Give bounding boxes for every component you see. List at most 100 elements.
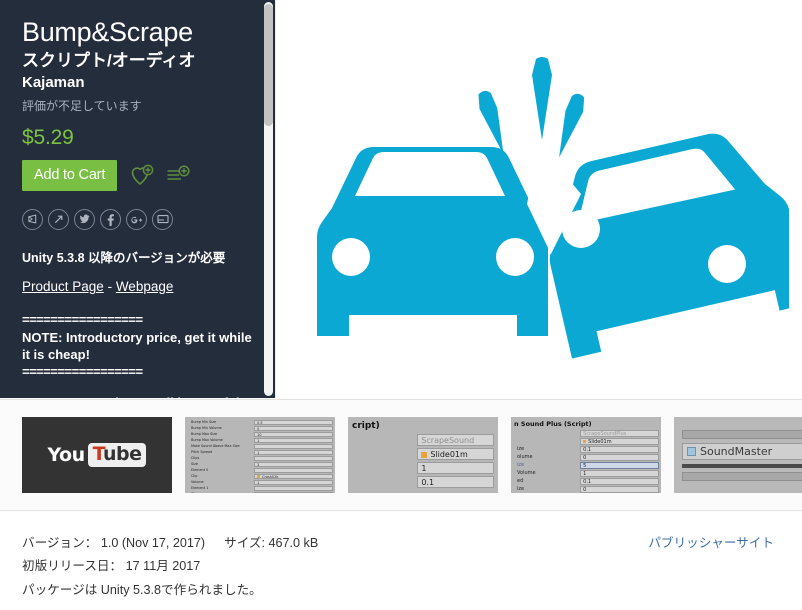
soundmaster-label: SoundMaster [700, 444, 773, 458]
link-separator: - [103, 279, 116, 295]
product-page-link[interactable]: Product Page [22, 279, 104, 294]
version-value: 1.0 (Nov 17, 2017) [100, 536, 206, 550]
built-with-row: パッケージは Unity 5.3.8で作られました。 [22, 582, 262, 597]
insp-label: Bump Min Volume [191, 426, 222, 430]
unity-script-icon [687, 446, 696, 456]
first-release-value: 17 11月 2017 [125, 559, 201, 574]
thumbnail-inspector-scrapesound[interactable]: cript) ScrapeSound Slide01m 1 0.1 [348, 417, 498, 493]
package-price: $5.29 [22, 125, 74, 149]
wishlist-icon-group [131, 164, 191, 186]
package-description-body: Bump&Scrape is a small but useful [22, 394, 255, 398]
package-info-sidebar: Bump&Scrape スクリプト/オーディオ Kajaman 評価が不足してい… [0, 0, 275, 398]
metadata-left-column: バージョン： 1.0 (Nov 17, 2017) サイズ: 467.0 kB … [22, 532, 318, 610]
facebook-icon[interactable] [100, 209, 121, 231]
sidebar-scrollbar-thumb[interactable] [264, 4, 273, 126]
comment-icon[interactable] [152, 209, 173, 231]
insp-header: n Sound Plus (Script) [514, 420, 592, 428]
insp-field: 3 [254, 461, 333, 467]
insp-field: ScrapeSound [417, 434, 494, 446]
soundmaster-field: SoundMaster [682, 442, 802, 460]
add-to-wishlist-icon[interactable] [131, 164, 155, 186]
youtube-you-text: You [47, 444, 86, 466]
car-crash-svg [317, 57, 802, 359]
soundmaster-top-bar [682, 429, 802, 439]
twitter-icon[interactable] [74, 209, 95, 231]
insp-field: Crash02b [254, 473, 333, 479]
publisher-site-link[interactable]: パブリッシャーサイト [648, 536, 774, 550]
insp-field: 1 [580, 469, 659, 477]
insp-label: ize [517, 446, 525, 452]
thumbnail-inspector-scrapesoundplus[interactable]: n Sound Plus (Script) ScrapeSoundPlus Sl… [511, 417, 661, 493]
insp-label: Element 0 [191, 468, 209, 472]
share-arrow-icon[interactable] [48, 209, 69, 231]
soundmaster-bottom-bar [682, 471, 802, 481]
insp-label: Clips [191, 456, 200, 460]
equals-rule-bottom: ================= [22, 364, 143, 380]
package-rating-text: 評価が不足しています [22, 98, 142, 113]
thumbnail-inspector-bump[interactable]: Bump Min Size 0.5 Bump Min Volume 0 Bump M… [185, 417, 335, 493]
social-share-row [22, 209, 255, 231]
insp-field: ScrapeSoundPlus [580, 429, 659, 437]
pinterest-icon[interactable] [22, 209, 43, 231]
package-category[interactable]: スクリプト/オーディオ [22, 51, 255, 71]
insp-label: Clip [187, 492, 254, 493]
insp-label: Volume [191, 480, 204, 484]
insp-label: Bump Max Size [191, 432, 218, 436]
insp-field: 0.5 [254, 419, 333, 425]
top-section: Bump&Scrape スクリプト/オーディオ Kajaman 評価が不足してい… [0, 0, 802, 398]
car-crash-illustration [289, 4, 802, 394]
thumbnail-soundmaster[interactable]: SoundMaster [674, 417, 802, 493]
insp-field: 1 [254, 449, 333, 455]
version-row: バージョン： 1.0 (Nov 17, 2017) サイズ: 467.0 kB [22, 532, 318, 555]
insp-field: 10 [254, 431, 333, 437]
insp-field [254, 467, 333, 473]
intro-price-note: NOTE: Introductory price, get it while i… [22, 329, 252, 362]
insp-label: Bump Max Volume [191, 438, 223, 442]
insp-field: 0.1 [580, 477, 659, 485]
unity-version-requirement: Unity 5.3.8 以降のバージョンが必要 [22, 251, 226, 266]
soundmaster-divider [682, 463, 802, 468]
insp-field [254, 485, 333, 491]
size-value: 467.0 kB [268, 536, 319, 550]
package-metadata: バージョン： 1.0 (Nov 17, 2017) サイズ: 467.0 kB … [0, 512, 802, 610]
insp-field [254, 443, 333, 449]
insp-label: Size [191, 462, 198, 466]
insp-field: 0.1 [417, 476, 494, 488]
first-release-row: 初版リリース日： 17 11月 2017 [22, 555, 318, 578]
insp-field: 5 [580, 461, 659, 469]
insp-label: ize [517, 462, 525, 468]
google-plus-icon[interactable] [126, 209, 147, 231]
insp-label: Bump Min Size [191, 420, 217, 424]
insp-label: ed [517, 478, 524, 484]
insp-field: 0 [580, 453, 659, 461]
insp-field: 1 [254, 437, 333, 443]
metadata-right-column: パブリッシャーサイト [648, 532, 774, 610]
insp-label: olume [517, 454, 533, 460]
external-links: Product Page - Webpage [22, 279, 255, 294]
thumbnail-video[interactable]: You Tube [22, 417, 172, 493]
insp-field: 0.1 [580, 445, 659, 453]
insp-label: Make Sound Above Max Size [191, 444, 240, 448]
youtube-tube-text: Tube [87, 443, 147, 467]
version-label: バージョン： [22, 536, 98, 550]
page-title: Bump&Scrape [22, 17, 193, 47]
first-release-label: 初版リリース日： [22, 559, 123, 574]
insp-field: 0 [580, 485, 659, 493]
insp-field: Slide01m [580, 437, 659, 445]
insp-field: Crash03b [254, 491, 333, 493]
insp-field: 1 [417, 462, 494, 474]
add-to-list-icon[interactable] [166, 164, 191, 186]
asset-store-package-page: Bump&Scrape スクリプト/オーディオ Kajaman 評価が不足してい… [0, 0, 802, 610]
package-publisher[interactable]: Kajaman [22, 74, 255, 91]
insp-label: Pitch Spread [191, 450, 213, 454]
insp-label: Element 1 [191, 486, 209, 490]
add-to-cart-button[interactable]: Add to Cart [22, 159, 118, 192]
package-description-note: ================= NOTE: Introductory pri… [22, 311, 255, 380]
package-hero-image[interactable] [275, 0, 802, 398]
webpage-link[interactable]: Webpage [116, 279, 174, 294]
sidebar-scrollbar-track[interactable] [264, 2, 273, 396]
insp-field [254, 455, 333, 461]
purchase-row: Add to Cart [22, 159, 255, 192]
insp-label: ize [517, 486, 525, 492]
insp-label: Clip [191, 474, 198, 478]
